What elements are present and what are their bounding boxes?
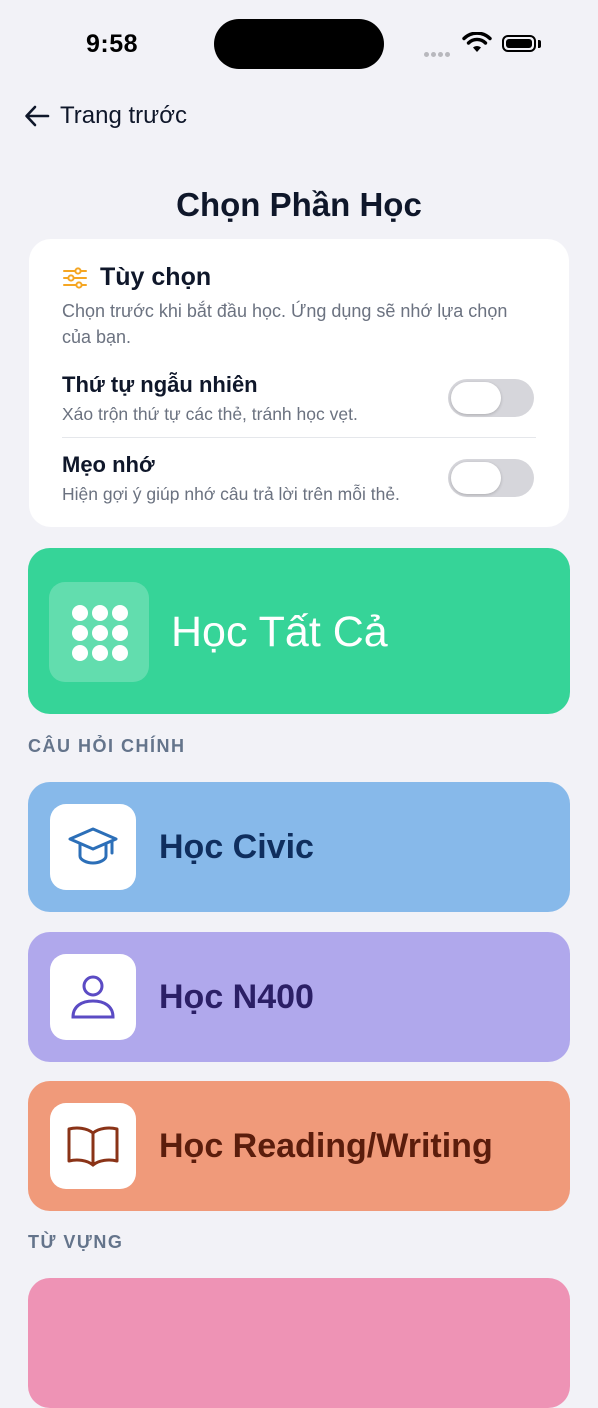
grid-dots-icon xyxy=(49,582,149,682)
options-description: Chọn trước khi bắt đầu học. Ứng dụng sẽ … xyxy=(62,301,508,347)
back-label: Trang trước xyxy=(60,102,187,129)
shuffle-subtitle: Xáo trộn thứ tự các thẻ, tránh học vẹt. xyxy=(62,404,358,424)
options-header: Tùy chọn xyxy=(62,263,211,292)
study-all-button[interactable]: Học Tất Cả xyxy=(28,548,570,714)
cellular-signal-icon xyxy=(424,44,456,57)
section-vocabulary: TỪ VỰNG xyxy=(28,1232,124,1252)
shuffle-toggle[interactable] xyxy=(448,379,534,417)
options-divider xyxy=(62,437,536,438)
options-card: Tùy chọn Chọn trước khi bắt đầu học. Ứng… xyxy=(29,239,569,527)
study-reading-writing-label: Học Reading/Writing xyxy=(159,1127,493,1165)
status-time: 9:58 xyxy=(86,30,139,58)
shuffle-title: Thứ tự ngẫu nhiên xyxy=(62,372,258,397)
study-civic-label: Học Civic xyxy=(159,828,314,866)
section-main-questions: CÂU HỎI CHÍNH xyxy=(28,736,186,756)
open-book-icon xyxy=(50,1103,136,1189)
graduation-cap-icon xyxy=(50,804,136,890)
toggle-knob xyxy=(451,462,501,494)
vocabulary-card[interactable] xyxy=(28,1278,570,1408)
status-bar: 9:58 xyxy=(0,0,598,90)
back-button[interactable]: Trang trước xyxy=(24,102,187,130)
mnemonic-toggle[interactable] xyxy=(448,459,534,497)
sliders-icon xyxy=(63,266,87,289)
mnemonic-subtitle: Hiện gợi ý giúp nhớ câu trả lời trên mỗi… xyxy=(62,484,400,504)
battery-tip xyxy=(538,40,541,48)
options-title: Tùy chọn xyxy=(100,263,212,291)
toggle-knob xyxy=(451,382,501,414)
battery-icon xyxy=(502,35,536,52)
wifi-icon xyxy=(462,32,492,52)
mnemonic-title: Mẹo nhớ xyxy=(62,452,155,477)
arrow-left-icon xyxy=(25,105,50,127)
study-civic-button[interactable]: Học Civic xyxy=(28,782,570,912)
person-icon xyxy=(50,954,136,1040)
study-n400-label: Học N400 xyxy=(159,978,314,1016)
dynamic-island xyxy=(214,19,384,69)
study-all-label: Học Tất Cả xyxy=(171,608,388,656)
study-n400-button[interactable]: Học N400 xyxy=(28,932,570,1062)
study-reading-writing-button[interactable]: Học Reading/Writing xyxy=(28,1081,570,1211)
page-title: Chọn Phần Học xyxy=(176,186,422,223)
